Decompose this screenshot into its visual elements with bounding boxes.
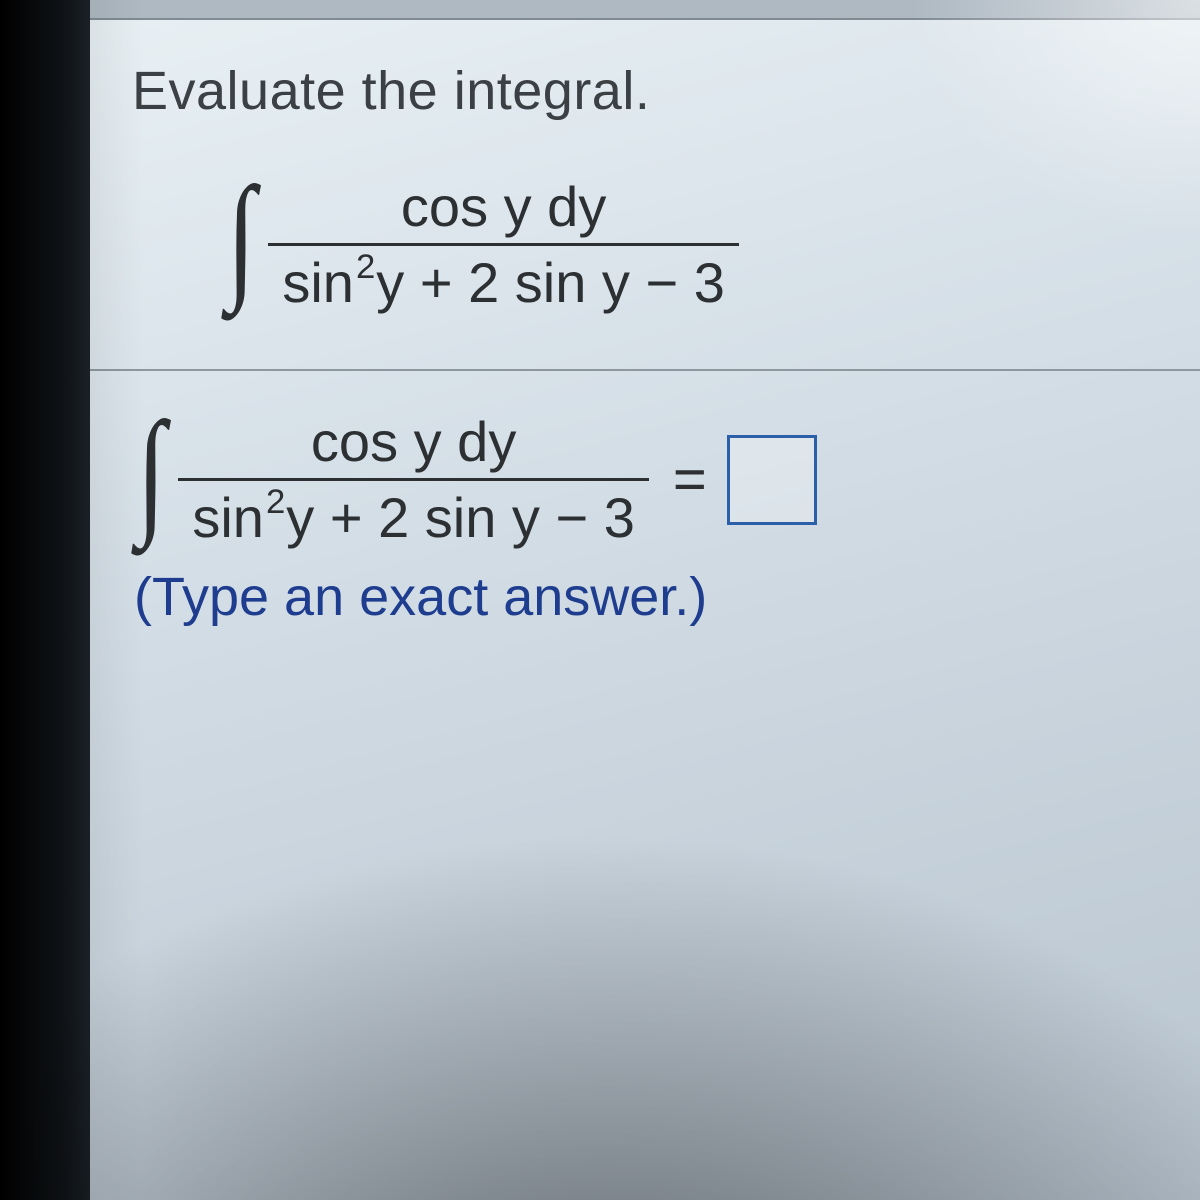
answer-hint: (Type an exact answer.) xyxy=(132,566,1158,628)
fraction-numerator: cos y dy xyxy=(297,405,530,478)
denom-part-sin: sin xyxy=(282,251,354,314)
answer-equation-row: ∫ cos y dy sin2y + 2 sin y − 3 = xyxy=(132,405,1158,554)
integral-icon: ∫ xyxy=(227,188,256,286)
answer-section: ∫ cos y dy sin2y + 2 sin y − 3 = (Type a… xyxy=(90,371,1200,648)
fraction-denominator: sin2y + 2 sin y − 3 xyxy=(268,246,739,319)
answer-input-box[interactable] xyxy=(727,435,817,525)
denom-part-rest: y + 2 sin y − 3 xyxy=(286,486,635,549)
denom-exponent: 2 xyxy=(356,248,375,286)
question-panel: Evaluate the integral. ∫ cos y dy sin2y … xyxy=(90,0,1200,1200)
denom-part-sin: sin xyxy=(192,486,264,549)
photo-dark-edge xyxy=(0,0,90,1200)
integral-fraction: cos y dy sin2y + 2 sin y − 3 xyxy=(268,170,739,319)
problem-integral: ∫ cos y dy sin2y + 2 sin y − 3 xyxy=(132,170,1158,349)
answer-integral-fraction: cos y dy sin2y + 2 sin y − 3 xyxy=(178,405,649,554)
problem-prompt: Evaluate the integral. xyxy=(132,60,1158,122)
integral-icon: ∫ xyxy=(137,423,166,521)
window-top-strip xyxy=(90,0,1200,20)
equals-sign: = xyxy=(673,446,707,513)
denom-part-rest: y + 2 sin y − 3 xyxy=(376,251,725,314)
denom-exponent: 2 xyxy=(266,483,285,521)
problem-section: Evaluate the integral. ∫ cos y dy sin2y … xyxy=(90,20,1200,371)
fraction-denominator: sin2y + 2 sin y − 3 xyxy=(178,481,649,554)
fraction-numerator: cos y dy xyxy=(387,170,620,243)
